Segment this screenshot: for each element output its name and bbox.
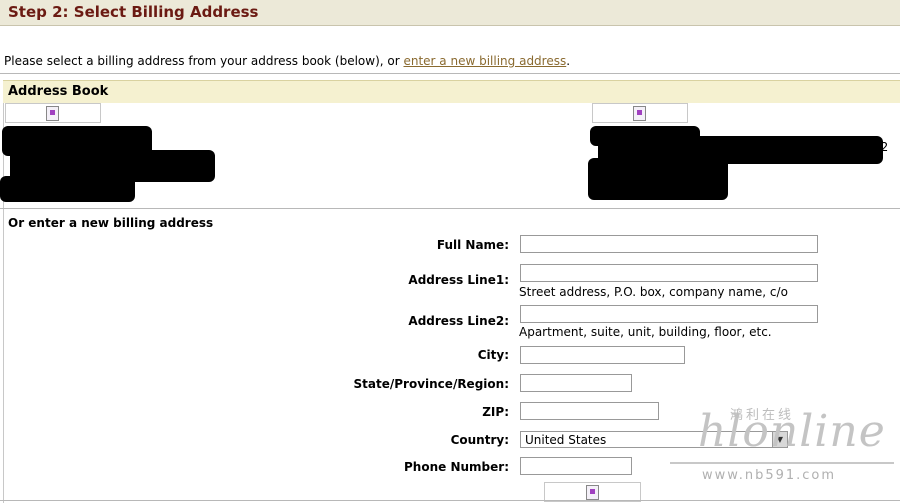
country-select-value: United States bbox=[525, 433, 607, 447]
watermark-url: www.nb591.com bbox=[702, 468, 837, 483]
full-name-label: Full Name: bbox=[436, 238, 509, 252]
zip-input[interactable] bbox=[520, 402, 659, 420]
new-address-heading: Or enter a new billing address bbox=[8, 216, 214, 230]
address-book-header: Address Book bbox=[3, 80, 900, 103]
watermark-underline bbox=[670, 462, 894, 464]
city-input[interactable] bbox=[520, 346, 685, 364]
enter-new-billing-address-link[interactable]: enter a new billing address bbox=[403, 54, 566, 68]
broken-image-icon bbox=[585, 485, 599, 500]
intro-text-main: Please select a billing address from you… bbox=[4, 54, 404, 68]
country-label: Country: bbox=[450, 433, 509, 447]
address-line1-label: Address Line1: bbox=[408, 273, 509, 287]
divider bbox=[0, 73, 900, 74]
zip-label: ZIP: bbox=[482, 405, 509, 419]
phone-label: Phone Number: bbox=[404, 460, 509, 474]
address-line2-hint: Apartment, suite, unit, building, floor,… bbox=[519, 325, 772, 339]
address-line1-hint: Street address, P.O. box, company name, … bbox=[519, 285, 788, 299]
address-line2-label: Address Line2: bbox=[408, 314, 509, 328]
select-address-button-1[interactable] bbox=[5, 103, 101, 123]
state-input[interactable] bbox=[520, 374, 632, 392]
step-title: Step 2: Select Billing Address bbox=[8, 3, 259, 21]
address-line2-input[interactable] bbox=[520, 305, 818, 323]
continue-button[interactable] bbox=[544, 482, 641, 502]
watermark: hlonline 鸿利在线 www.nb591.com bbox=[668, 398, 898, 488]
broken-image-icon bbox=[46, 106, 59, 121]
state-label: State/Province/Region: bbox=[353, 377, 509, 391]
address-line1-input[interactable] bbox=[520, 264, 818, 282]
step-header: Step 2: Select Billing Address bbox=[0, 0, 900, 26]
watermark-chinese-text: 鸿利在线 bbox=[730, 408, 795, 423]
full-name-input[interactable] bbox=[520, 235, 818, 253]
select-address-button-2[interactable] bbox=[592, 103, 688, 123]
city-label: City: bbox=[477, 348, 509, 362]
divider bbox=[0, 500, 900, 501]
address-book-title: Address Book bbox=[8, 84, 109, 99]
broken-image-icon bbox=[633, 106, 646, 121]
intro-text: Please select a billing address from you… bbox=[4, 54, 570, 68]
divider bbox=[0, 208, 900, 209]
phone-input[interactable] bbox=[520, 457, 632, 475]
intro-text-suffix: . bbox=[566, 54, 571, 68]
